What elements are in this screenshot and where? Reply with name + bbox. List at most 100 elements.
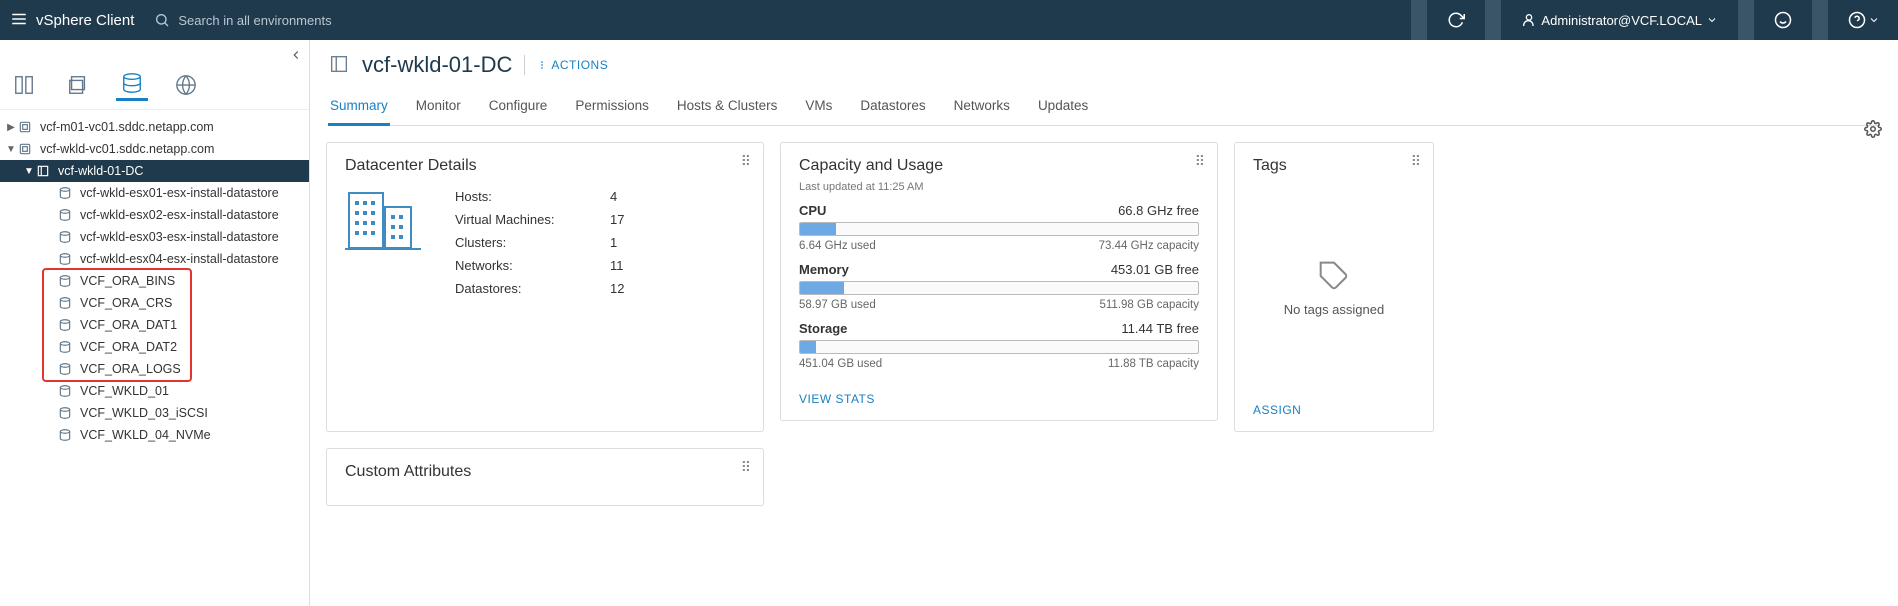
drag-handle-icon[interactable]: ⠿ (1411, 153, 1423, 170)
datastores-value: 12 (610, 281, 624, 296)
vms-templates-tab-icon[interactable] (62, 69, 94, 101)
tree-datastore[interactable]: VCF_WKLD_03_iSCSI (0, 402, 309, 424)
tab-permissions[interactable]: Permissions (573, 92, 651, 125)
inventory-tree: ▶ vcf-m01-vc01.sddc.netapp.com ▼ vcf-wkl… (0, 110, 309, 606)
kebab-icon (537, 60, 547, 70)
drag-handle-icon[interactable]: ⠿ (741, 153, 753, 170)
tags-empty-text: No tags assigned (1284, 302, 1384, 317)
card-title: Tags (1253, 157, 1415, 175)
user-icon (1521, 12, 1537, 28)
vms-value: 17 (610, 212, 624, 227)
tree-datastore[interactable]: vcf-wkld-esx02-esx-install-datastore (0, 204, 309, 226)
tabs: Summary Monitor Configure Permissions Hosts … (328, 92, 1880, 126)
feedback-button[interactable] (1766, 0, 1800, 40)
tree-datastore[interactable]: VCF_WKLD_04_NVMe (0, 424, 309, 446)
help-icon (1848, 11, 1866, 29)
tree-label: VCF_ORA_CRS (80, 296, 172, 310)
smile-icon (1774, 11, 1792, 29)
search-icon (154, 12, 170, 28)
tree-label: VCF_WKLD_04_NVMe (80, 428, 211, 442)
tree-label: VCF_WKLD_03_iSCSI (80, 406, 208, 420)
datastore-icon (58, 362, 74, 376)
page-title: vcf-wkld-01-DC (362, 52, 512, 78)
tree-vcenter[interactable]: ▶ vcf-m01-vc01.sddc.netapp.com (0, 116, 309, 138)
topbar-sep2 (1485, 0, 1501, 40)
mem-capacity: 511.98 GB capacity (1099, 299, 1199, 311)
caret-down-icon[interactable]: ▼ (4, 144, 18, 155)
caret-right-icon[interactable]: ▶ (4, 122, 18, 133)
sidebar-tabs (0, 60, 309, 110)
vms-label: Virtual Machines: (455, 212, 610, 227)
sto-capacity: 11.88 TB capacity (1108, 358, 1199, 370)
datastore-icon (58, 296, 74, 310)
refresh-icon (1447, 11, 1465, 29)
chevron-down-icon (1706, 14, 1718, 26)
caret-down-icon[interactable]: ▼ (22, 166, 36, 177)
tree-datastore[interactable]: vcf-wkld-esx04-esx-install-datastore (0, 248, 309, 270)
tree-datastore[interactable]: vcf-wkld-esx01-esx-install-datastore (0, 182, 309, 204)
tree-datacenter[interactable]: ▼ vcf-wkld-01-DC (0, 160, 309, 182)
refresh-button[interactable] (1439, 0, 1473, 40)
tree-datastore[interactable]: VCF_ORA_CRS (0, 292, 309, 314)
tag-icon (1318, 260, 1350, 292)
cpu-capacity: 73.44 GHz capacity (1099, 240, 1199, 252)
datacenter-icon (36, 164, 52, 178)
datastore-icon (58, 252, 74, 266)
tree-label: VCF_ORA_DAT2 (80, 340, 177, 354)
tree-datastore[interactable]: VCF_ORA_DAT2 (0, 336, 309, 358)
storage-tab-icon[interactable] (116, 69, 148, 101)
buildings-icon (345, 185, 425, 255)
datastore-icon (58, 274, 74, 288)
tab-vms[interactable]: VMs (803, 92, 834, 125)
cpu-free: 66.8 GHz free (1118, 203, 1199, 218)
tags-card: ⠿ Tags No tags assigned ASSIGN (1234, 142, 1434, 432)
tree-label: vcf-wkld-esx03-esx-install-datastore (80, 230, 279, 244)
hosts-clusters-tab-icon[interactable] (8, 69, 40, 101)
assign-tags-link[interactable]: ASSIGN (1253, 403, 1415, 417)
settings-button[interactable] (1864, 120, 1882, 141)
tree-label: vcf-wkld-esx01-esx-install-datastore (80, 186, 279, 200)
drag-handle-icon[interactable]: ⠿ (1195, 153, 1207, 170)
mem-used: 58.97 GB used (799, 299, 876, 311)
tree-datastore[interactable]: VCF_ORA_LOGS (0, 358, 309, 380)
tree-datastore[interactable]: vcf-wkld-esx03-esx-install-datastore (0, 226, 309, 248)
user-menu[interactable]: Administrator@VCF.LOCAL (1513, 0, 1726, 40)
topbar-sep (1411, 0, 1427, 40)
networking-tab-icon[interactable] (170, 69, 202, 101)
sto-resource: Storage11.44 TB free 451.04 GB used11.88… (799, 321, 1199, 370)
search-wrap[interactable] (154, 12, 428, 28)
help-button[interactable] (1840, 0, 1888, 40)
drag-handle-icon[interactable]: ⠿ (741, 459, 753, 476)
tab-monitor[interactable]: Monitor (414, 92, 463, 125)
mem-resource: Memory453.01 GB free 58.97 GB used511.98… (799, 262, 1199, 311)
search-input[interactable] (178, 13, 428, 28)
collapse-sidebar-button[interactable] (289, 48, 303, 65)
datastore-icon (58, 428, 74, 442)
tree-datastore[interactable]: VCF_ORA_DAT1 (0, 314, 309, 336)
clusters-value: 1 (610, 235, 617, 250)
tab-updates[interactable]: Updates (1036, 92, 1090, 125)
tree-label: vcf-m01-vc01.sddc.netapp.com (40, 120, 214, 134)
gear-icon (1864, 120, 1882, 138)
view-stats-link[interactable]: VIEW STATS (799, 392, 875, 406)
tree-label: vcf-wkld-01-DC (58, 164, 143, 178)
main-content: vcf-wkld-01-DC ACTIONS Summary Monitor Con… (310, 40, 1898, 606)
networks-value: 11 (610, 258, 624, 273)
sto-free: 11.44 TB free (1121, 321, 1199, 336)
tab-datastores[interactable]: Datastores (858, 92, 927, 125)
vcenter-icon (18, 120, 34, 134)
tree-vcenter[interactable]: ▼ vcf-wkld-vc01.sddc.netapp.com (0, 138, 309, 160)
cpu-bar (799, 222, 1199, 236)
tree-datastore[interactable]: VCF_ORA_BINS (0, 270, 309, 292)
actions-label: ACTIONS (551, 58, 608, 72)
tree-datastore[interactable]: VCF_WKLD_01 (0, 380, 309, 402)
datastores-label: Datastores: (455, 281, 610, 296)
tab-hosts-clusters[interactable]: Hosts & Clusters (675, 92, 780, 125)
networks-label: Networks: (455, 258, 610, 273)
tab-configure[interactable]: Configure (487, 92, 550, 125)
menu-icon[interactable] (10, 10, 28, 31)
tab-summary[interactable]: Summary (328, 92, 390, 126)
sto-bar (799, 340, 1199, 354)
actions-menu[interactable]: ACTIONS (537, 58, 608, 72)
tab-networks[interactable]: Networks (952, 92, 1012, 125)
